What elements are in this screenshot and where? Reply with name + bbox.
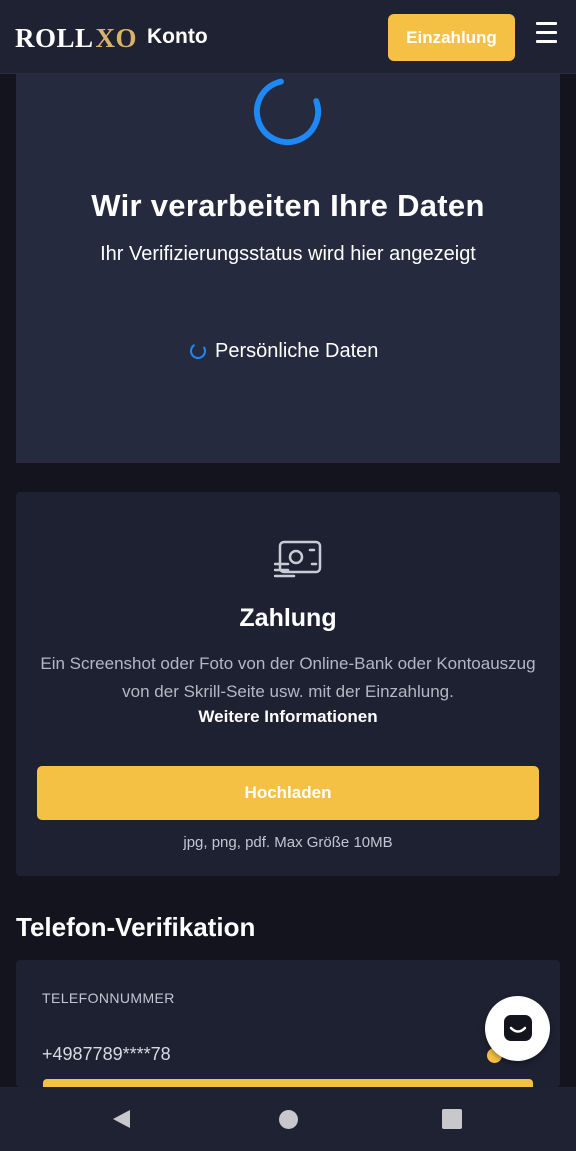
hamburger-menu-icon[interactable] (536, 22, 557, 44)
phone-verify-button[interactable] (43, 1079, 533, 1087)
recent-apps-square-icon[interactable] (442, 1109, 462, 1129)
page-title: Konto (147, 25, 208, 48)
loading-spinner-icon (253, 77, 322, 146)
processing-title: Wir verarbeiten Ihre Daten (91, 188, 485, 223)
rollxo-logo[interactable]: ROLL XO (15, 22, 137, 54)
app-header: ROLL XO Konto Einzahlung (0, 0, 576, 74)
small-spinner-icon (190, 343, 206, 359)
phone-verification-card (16, 960, 560, 1087)
chat-icon (503, 1014, 532, 1041)
phone-number-label: TELEFONNUMMER (42, 990, 175, 1006)
logo-text-xo: XO (95, 22, 138, 53)
back-triangle-icon[interactable] (110, 1108, 132, 1130)
personal-data-status: Persönliche Daten (189, 338, 378, 364)
file-format-hint: jpg, png, pdf. Max Größe 10MB (183, 834, 393, 851)
home-circle-icon[interactable] (279, 1110, 298, 1129)
payment-description: Ein Screenshot oder Foto von der Online-… (40, 654, 536, 701)
logo-text-roll: ROLL (15, 22, 94, 53)
phone-verification-heading: Telefon-Verifikation (16, 912, 256, 942)
deposit-button[interactable]: Einzahlung (388, 14, 515, 61)
live-chat-button[interactable] (485, 996, 550, 1061)
more-info-link[interactable]: Weitere Informationen (0, 707, 576, 727)
processing-subtitle: Ihr Verifizierungsstatus wird hier angez… (100, 243, 476, 265)
upload-button[interactable]: Hochladen (37, 766, 539, 820)
payment-screenshot-icon (274, 540, 322, 578)
payment-title: Zahlung (239, 604, 337, 632)
phone-number-value[interactable]: +4987789****78 (42, 1044, 171, 1065)
personal-data-label: Persönliche Daten (215, 339, 379, 362)
